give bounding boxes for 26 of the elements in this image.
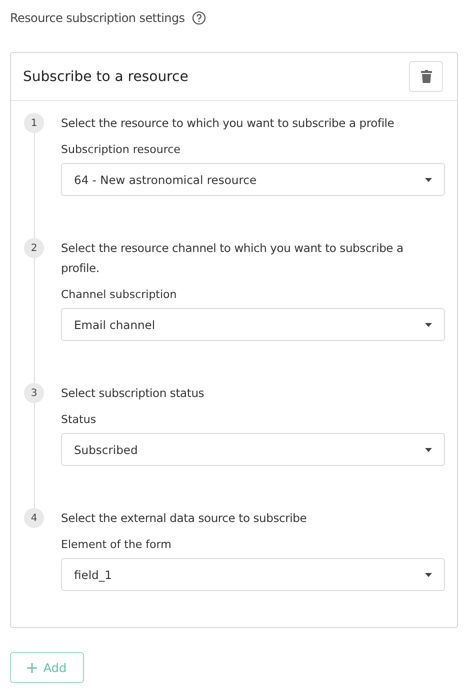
step-number: 3 xyxy=(24,383,44,403)
step-number: 4 xyxy=(24,508,44,528)
step-number: 1 xyxy=(24,113,44,133)
card-title: Subscribe to a resource xyxy=(23,68,188,84)
caret-icon xyxy=(425,572,432,576)
dropdown-field[interactable]: field_1 xyxy=(61,558,445,591)
step-number: 2 xyxy=(24,238,44,258)
dropdown-field[interactable]: 64 - New astronomical resource xyxy=(61,163,445,196)
field-label: Subscription resource xyxy=(61,143,182,157)
step-title: Select the resource to which you want to subscribe a profile xyxy=(61,115,396,132)
help-icon[interactable] xyxy=(192,11,206,25)
field-label: Channel subscription xyxy=(61,288,178,302)
dropdown-field[interactable]: Email channel xyxy=(61,308,445,341)
caret-icon xyxy=(425,322,432,326)
dropdown-field[interactable]: Subscribed xyxy=(61,433,445,466)
page-title: Resource subscription settings xyxy=(10,11,185,25)
trash-icon xyxy=(420,70,432,83)
step-title: Select the external data source to subscribe xyxy=(61,510,308,527)
field-label: Status xyxy=(61,413,98,427)
caret-icon xyxy=(425,448,432,452)
step-title: Select subscription status xyxy=(61,385,206,402)
step-title: Select the resource channel to which you want to subscribe a profile. xyxy=(61,240,404,277)
field-label: Element of the form xyxy=(61,538,172,552)
caret-icon xyxy=(425,178,432,182)
plus-icon xyxy=(27,662,38,672)
delete-button[interactable] xyxy=(409,61,443,92)
